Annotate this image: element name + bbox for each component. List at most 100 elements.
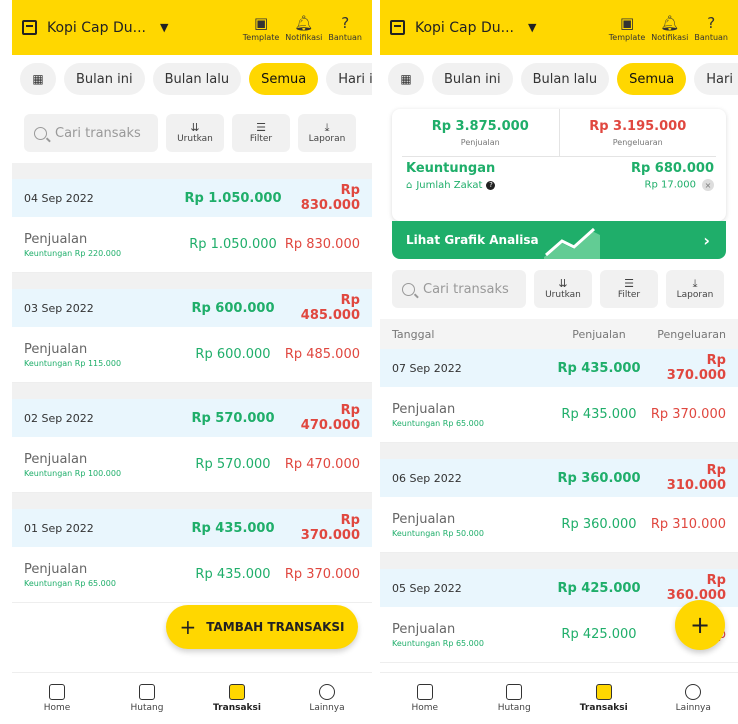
help-icon: ? (341, 14, 350, 32)
period-filter: ▦ Bulan ini Bulan lalu Semua Hari in (12, 55, 372, 103)
day-header: 04 Sep 2022 Rp 1.050.000 Rp 830.000 (12, 179, 372, 217)
chip-semua[interactable]: Semua (249, 63, 319, 95)
report-button[interactable]: ⤓ Laporan (298, 114, 356, 152)
row-expense: Rp 370.000 (650, 407, 726, 422)
search-icon (402, 282, 415, 296)
sort-button[interactable]: ⇊ Urutkan (166, 114, 224, 152)
bell-icon: 🔔︎ (660, 14, 680, 32)
calendar-icon[interactable]: ▦ (388, 63, 424, 95)
store-icon (390, 20, 405, 35)
help-button[interactable]: ? Bantuan (328, 13, 362, 42)
sort-icon: ⇊ (558, 277, 568, 290)
row-expense: Rp 370.000 (284, 567, 360, 582)
close-icon[interactable]: × (702, 179, 714, 191)
chip-semua[interactable]: Semua (617, 63, 687, 95)
notification-button[interactable]: 🔔︎ Notifikasi (285, 13, 322, 42)
transaction-profit: Keuntungan Rp 100.000 (24, 468, 122, 478)
day-date: 01 Sep 2022 (24, 521, 94, 535)
chevron-down-icon: ▼ (159, 21, 169, 34)
nav-home[interactable]: Home (395, 684, 455, 713)
left-screen: Kopi Cap Du... ▼ ▣ Template 🔔︎ Notifikasi … (12, 0, 372, 724)
chip-bulan-lalu[interactable]: Bulan lalu (152, 63, 242, 95)
zakat-label: Jumlah Zakat (416, 179, 483, 191)
transaction-profit: Keuntungan Rp 50.000 (392, 528, 484, 538)
add-transaction-button[interactable]: + TAMBAH TRANSAKSI (166, 605, 358, 649)
total-expense: Rp 3.195.000 (589, 118, 687, 134)
notification-label: Notifikasi (651, 33, 689, 42)
transaction-row[interactable]: Penjualan Keuntungan Rp 220.000 Rp 1.050.0… (12, 217, 372, 273)
day-income: Rp 435.000 (557, 360, 641, 376)
nav-transaksi[interactable]: Transaksi (207, 684, 267, 713)
chip-bulan-ini[interactable]: Bulan ini (432, 63, 513, 95)
download-icon: ⤓ (692, 277, 698, 290)
transaction-profit: Keuntungan Rp 115.000 (24, 358, 122, 368)
store-selector[interactable]: Kopi Cap Du... ▼ (390, 20, 609, 36)
transaction-type: Penjualan (392, 621, 456, 637)
transaction-row[interactable]: Penjualan Keuntungan Rp 115.000 Rp 600.000… (12, 327, 372, 383)
period-filter: ▦ Bulan ini Bulan lalu Semua Hari in (380, 55, 738, 103)
chip-bulan-ini[interactable]: Bulan ini (64, 63, 145, 95)
col-expense: Pengeluaran (657, 327, 726, 341)
info-icon[interactable]: ? (486, 180, 496, 190)
help-label: Bantuan (328, 33, 362, 42)
day-expense: Rp 310.000 (666, 463, 726, 493)
template-label: Template (242, 33, 280, 42)
transaction-row[interactable]: Penjualan Keuntungan Rp 65.000 Rp 435.000 R… (380, 387, 738, 443)
nav-hutang[interactable]: Hutang (484, 684, 544, 713)
total-expense-label: Pengeluaran (612, 137, 663, 147)
bell-icon: 🔔︎ (294, 14, 314, 32)
day-expense: Rp 485.000 (300, 293, 360, 323)
row-income: Rp 360.000 (561, 517, 637, 532)
nav-lainnya[interactable]: Lainnya (663, 684, 723, 713)
calendar-icon[interactable]: ▦ (20, 63, 56, 95)
transaction-profit: Keuntungan Rp 65.000 (392, 638, 484, 648)
filter-button[interactable]: ☰ Filter (232, 114, 290, 152)
day-date: 03 Sep 2022 (24, 301, 94, 315)
report-label: Laporan (676, 290, 714, 300)
chip-hari-ini[interactable]: Hari in (694, 63, 738, 95)
day-expense: Rp 370.000 (666, 353, 726, 383)
row-income: Rp 570.000 (195, 457, 271, 472)
summary-card: Rp 3.875.000 Penjualan Rp 3.195.000 Pengel… (392, 109, 726, 221)
trend-chart-icon (544, 227, 600, 259)
add-transaction-button[interactable]: + (675, 600, 725, 650)
chip-hari-ini[interactable]: Hari in (326, 63, 372, 95)
transaction-row[interactable]: Penjualan Keuntungan Rp 100.000 Rp 570.000… (12, 437, 372, 493)
chip-bulan-lalu[interactable]: Bulan lalu (520, 63, 610, 95)
filter-button[interactable]: ☰ Filter (600, 270, 658, 308)
nav-lainnya-label: Lainnya (309, 703, 345, 713)
nav-home[interactable]: Home (27, 684, 87, 713)
search-placeholder: Cari transaks (423, 281, 509, 297)
nav-home-label: Home (411, 703, 439, 713)
day-header: 03 Sep 2022 Rp 600.000 Rp 485.000 (12, 289, 372, 327)
col-date: Tanggal (392, 327, 435, 341)
sort-button[interactable]: ⇊ Urutkan (534, 270, 592, 308)
template-button[interactable]: ▣ Template (243, 13, 280, 42)
home-icon (49, 684, 65, 700)
column-header: Tanggal Penjualan Pengeluaran (380, 319, 738, 349)
store-name: Kopi Cap Du... (415, 19, 514, 36)
day-expense: Rp 470.000 (300, 403, 360, 433)
row-income: Rp 600.000 (195, 347, 271, 362)
help-icon: ? (707, 14, 716, 32)
zakat-icon: ⌂ (406, 179, 413, 191)
app-header: Kopi Cap Du... ▼ ▣ Template 🔔︎ Notifikasi … (12, 0, 372, 55)
report-button[interactable]: ⤓ Laporan (666, 270, 724, 308)
store-selector[interactable]: Kopi Cap Du... ▼ (22, 20, 243, 36)
search-icon (34, 126, 47, 140)
nav-transaksi[interactable]: Transaksi (574, 684, 634, 713)
nav-hutang[interactable]: Hutang (117, 684, 177, 713)
template-button[interactable]: ▣ Template (609, 13, 646, 42)
day-expense: Rp 360.000 (666, 573, 726, 603)
notification-button[interactable]: 🔔︎ Notifikasi (651, 13, 688, 42)
search-input[interactable]: Cari transaks (392, 270, 526, 308)
transaction-profit: Keuntungan Rp 65.000 (24, 578, 116, 588)
nav-lainnya[interactable]: Lainnya (297, 684, 357, 713)
help-button[interactable]: ? Bantuan (694, 13, 728, 42)
transaction-row[interactable]: Penjualan Keuntungan Rp 65.000 Rp 435.000 R… (12, 547, 372, 603)
transaction-row[interactable]: Penjualan Keuntungan Rp 50.000 Rp 360.000 R… (380, 497, 738, 553)
filter-icon: ☰ (624, 277, 634, 290)
template-label: Template (608, 33, 646, 42)
chart-analysis-link[interactable]: Lihat Grafik Analisa › (392, 221, 726, 259)
search-input[interactable]: Cari transaks (24, 114, 158, 152)
